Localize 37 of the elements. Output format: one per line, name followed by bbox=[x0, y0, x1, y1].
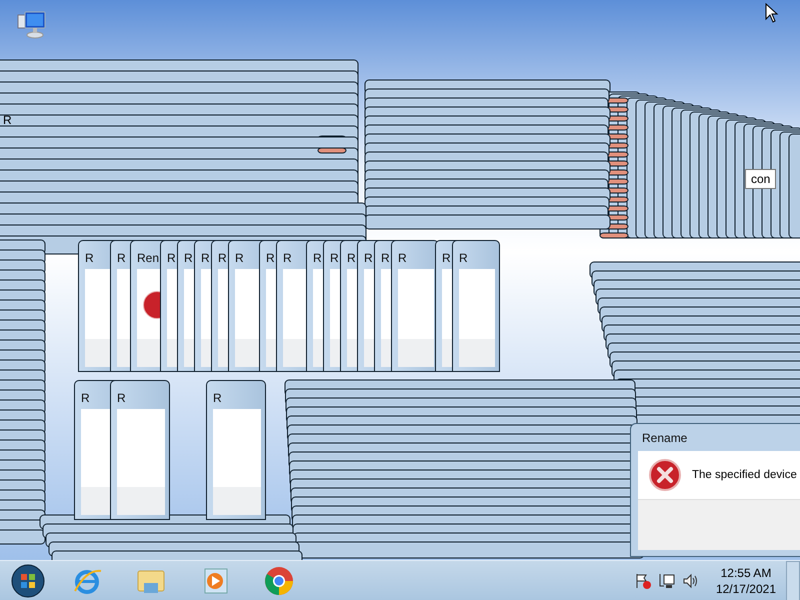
browser-logo-icon bbox=[263, 564, 295, 596]
window-title: R bbox=[213, 391, 222, 405]
volume-icon[interactable] bbox=[682, 572, 700, 590]
window-title: R bbox=[266, 251, 275, 265]
window-title: R bbox=[117, 251, 126, 265]
window-title: R bbox=[313, 251, 322, 265]
network-icon[interactable] bbox=[658, 572, 676, 590]
clock[interactable]: 12:55 AM 12/17/2021 bbox=[712, 564, 780, 596]
window-title: R bbox=[330, 251, 339, 265]
window-title: R bbox=[398, 251, 407, 265]
window-title: R bbox=[201, 251, 210, 265]
window-title: R bbox=[235, 251, 244, 265]
window-title: R bbox=[117, 391, 126, 405]
dialog-message: The specified device bbox=[692, 469, 797, 481]
clock-date: 12/17/2021 bbox=[716, 580, 776, 596]
dialog-title: Rename bbox=[641, 430, 688, 446]
tooltip: con bbox=[745, 169, 776, 189]
window-title: R bbox=[459, 251, 468, 265]
flag-icon[interactable] bbox=[634, 572, 652, 590]
window-title: R bbox=[3, 113, 12, 127]
window-title: R bbox=[218, 251, 227, 265]
window-title: R bbox=[184, 251, 193, 265]
window-title: R bbox=[381, 251, 390, 265]
window-title: R bbox=[85, 251, 94, 265]
clock-time: 12:55 AM bbox=[720, 564, 772, 580]
window-title: Ren bbox=[137, 251, 160, 265]
error-dialog[interactable]: Rename The specified device bbox=[630, 423, 800, 557]
computer-icon[interactable] bbox=[17, 10, 47, 40]
window-title: R bbox=[442, 251, 451, 265]
window-title: R bbox=[81, 391, 90, 405]
window-title: R bbox=[364, 251, 373, 265]
window-title: R bbox=[283, 251, 292, 265]
start-orb-icon bbox=[11, 564, 45, 598]
window-title: R bbox=[347, 251, 356, 265]
window-title: R bbox=[167, 251, 176, 265]
error-icon bbox=[649, 459, 681, 491]
cursor-icon bbox=[765, 3, 779, 23]
